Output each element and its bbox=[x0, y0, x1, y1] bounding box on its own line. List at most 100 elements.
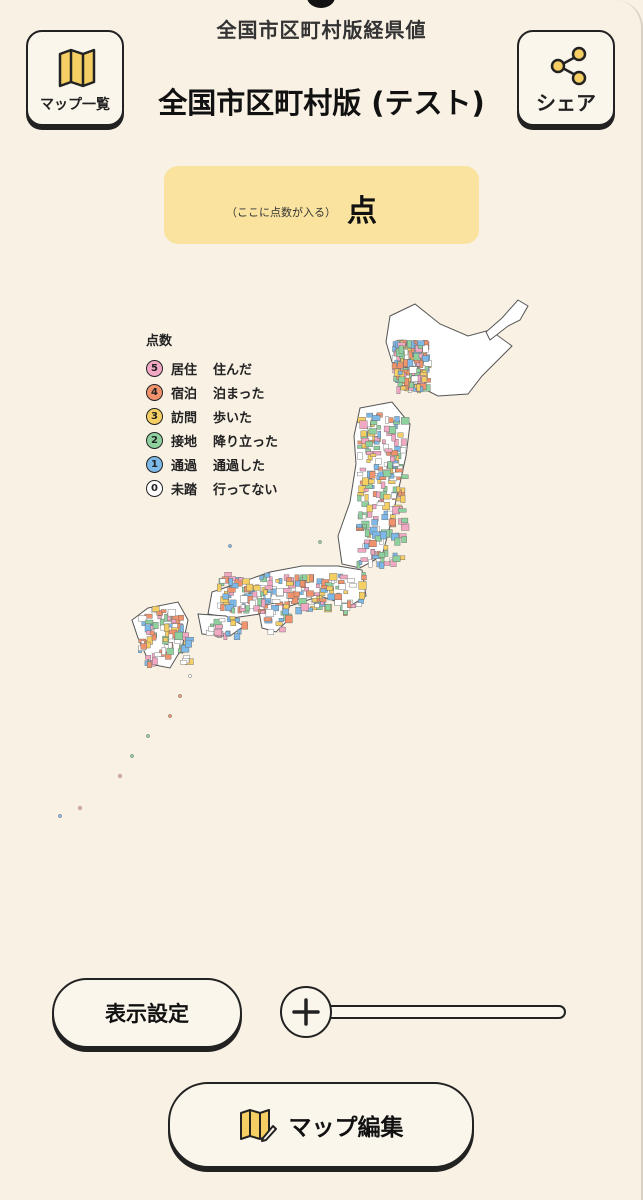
island-marker[interactable] bbox=[130, 754, 134, 758]
municipality-cell[interactable] bbox=[409, 366, 418, 374]
municipality-cell[interactable] bbox=[380, 557, 385, 563]
municipality-cell[interactable] bbox=[421, 376, 428, 383]
municipality-cell[interactable] bbox=[294, 574, 299, 582]
municipality-cell[interactable] bbox=[376, 501, 385, 506]
municipality-cell[interactable] bbox=[320, 601, 325, 606]
municipality-cell[interactable] bbox=[417, 345, 423, 349]
municipality-cell[interactable] bbox=[387, 461, 393, 470]
municipality-cell[interactable] bbox=[325, 604, 332, 612]
municipality-cell[interactable] bbox=[253, 585, 261, 591]
municipality-cell[interactable] bbox=[388, 518, 396, 526]
municipality-cell[interactable] bbox=[168, 642, 173, 649]
municipality-cell[interactable] bbox=[368, 559, 373, 568]
island-marker[interactable] bbox=[78, 806, 82, 810]
municipality-cell[interactable] bbox=[357, 471, 364, 477]
municipality-cell[interactable] bbox=[371, 415, 381, 421]
municipality-cell[interactable] bbox=[161, 609, 167, 613]
municipality-cell[interactable] bbox=[217, 583, 222, 592]
municipality-cell[interactable] bbox=[263, 617, 272, 622]
municipality-cell[interactable] bbox=[359, 420, 368, 429]
municipality-cell[interactable] bbox=[271, 599, 281, 604]
municipality-cell[interactable] bbox=[401, 517, 409, 524]
municipality-cell[interactable] bbox=[383, 425, 390, 433]
municipality-cell[interactable] bbox=[400, 385, 407, 391]
municipality-cell[interactable] bbox=[416, 383, 421, 392]
municipality-cell[interactable] bbox=[241, 621, 248, 630]
municipality-cell[interactable] bbox=[373, 445, 381, 451]
municipality-cell[interactable] bbox=[229, 616, 236, 620]
municipality-cell[interactable] bbox=[343, 590, 349, 595]
municipality-cell[interactable] bbox=[376, 425, 381, 430]
municipality-cell[interactable] bbox=[246, 583, 254, 592]
municipality-cell[interactable] bbox=[242, 578, 250, 585]
municipality-cell[interactable] bbox=[275, 579, 280, 583]
municipality-cell[interactable] bbox=[394, 416, 400, 423]
municipality-cell[interactable] bbox=[370, 453, 377, 458]
island-marker[interactable] bbox=[178, 694, 182, 698]
zoom-slider-track[interactable] bbox=[310, 1005, 566, 1019]
municipality-cell[interactable] bbox=[220, 603, 225, 611]
municipality-cell[interactable] bbox=[267, 629, 274, 635]
municipality-cell[interactable] bbox=[396, 386, 401, 394]
municipality-cell[interactable] bbox=[409, 382, 414, 389]
municipality-cell[interactable] bbox=[312, 598, 318, 603]
municipality-cell[interactable] bbox=[377, 430, 382, 439]
island-marker[interactable] bbox=[188, 674, 192, 678]
municipality-cell[interactable] bbox=[397, 432, 404, 438]
municipality-cell[interactable] bbox=[154, 652, 162, 657]
municipality-cell[interactable] bbox=[383, 545, 389, 551]
municipality-cell[interactable] bbox=[359, 467, 367, 472]
municipality-cell[interactable] bbox=[363, 488, 369, 492]
municipality-cell[interactable] bbox=[357, 548, 367, 553]
display-settings-button[interactable]: 表示設定 bbox=[52, 978, 242, 1048]
municipality-cell[interactable] bbox=[282, 608, 290, 615]
municipality-cell[interactable] bbox=[360, 430, 367, 437]
municipality-cell[interactable] bbox=[166, 647, 174, 655]
municipality-cell[interactable] bbox=[370, 549, 375, 556]
municipality-cell[interactable] bbox=[359, 591, 365, 600]
municipality-cell[interactable] bbox=[396, 486, 401, 493]
island-marker[interactable] bbox=[318, 540, 322, 544]
municipality-cell[interactable] bbox=[302, 574, 308, 581]
island-marker[interactable] bbox=[118, 774, 122, 778]
municipality-cell[interactable] bbox=[181, 632, 189, 638]
municipality-cell[interactable] bbox=[364, 529, 370, 538]
municipality-cell[interactable] bbox=[377, 479, 382, 484]
municipality-cell[interactable] bbox=[152, 622, 159, 629]
municipality-cell[interactable] bbox=[263, 589, 268, 595]
municipality-cell[interactable] bbox=[159, 618, 165, 626]
municipality-cell[interactable] bbox=[384, 448, 393, 453]
municipality-cell[interactable] bbox=[365, 440, 373, 447]
municipality-cell[interactable] bbox=[391, 362, 398, 370]
municipality-cell[interactable] bbox=[227, 587, 236, 593]
municipality-cell[interactable] bbox=[360, 557, 368, 562]
municipality-cell[interactable] bbox=[400, 438, 407, 446]
municipality-cell[interactable] bbox=[366, 459, 371, 463]
island-marker[interactable] bbox=[228, 544, 232, 548]
municipality-cell[interactable] bbox=[374, 469, 379, 474]
municipality-cell[interactable] bbox=[370, 420, 378, 425]
zoom-slider-knob[interactable] bbox=[280, 986, 332, 1038]
municipality-cell[interactable] bbox=[366, 412, 374, 418]
municipality-cell[interactable] bbox=[295, 586, 302, 593]
municipality-cell[interactable] bbox=[347, 578, 355, 583]
municipality-cell[interactable] bbox=[376, 491, 381, 498]
municipality-cell[interactable] bbox=[368, 428, 377, 435]
municipality-cell[interactable] bbox=[306, 590, 314, 597]
share-button[interactable]: シェア bbox=[517, 30, 615, 126]
municipality-cell[interactable] bbox=[400, 495, 406, 503]
municipality-cell[interactable] bbox=[180, 660, 188, 665]
japan-municipality-map[interactable] bbox=[20, 296, 540, 836]
municipality-cell[interactable] bbox=[401, 536, 407, 543]
municipality-cell[interactable] bbox=[419, 360, 424, 368]
municipality-cell[interactable] bbox=[416, 368, 421, 374]
municipality-cell[interactable] bbox=[185, 639, 192, 648]
municipality-cell[interactable] bbox=[179, 624, 184, 633]
municipality-cell[interactable] bbox=[349, 583, 357, 588]
municipality-cell[interactable] bbox=[393, 462, 400, 467]
municipality-cell[interactable] bbox=[259, 575, 264, 580]
municipality-cell[interactable] bbox=[334, 599, 342, 606]
municipality-cell[interactable] bbox=[385, 416, 390, 424]
municipality-cell[interactable] bbox=[265, 609, 274, 617]
municipality-cell[interactable] bbox=[390, 514, 396, 519]
